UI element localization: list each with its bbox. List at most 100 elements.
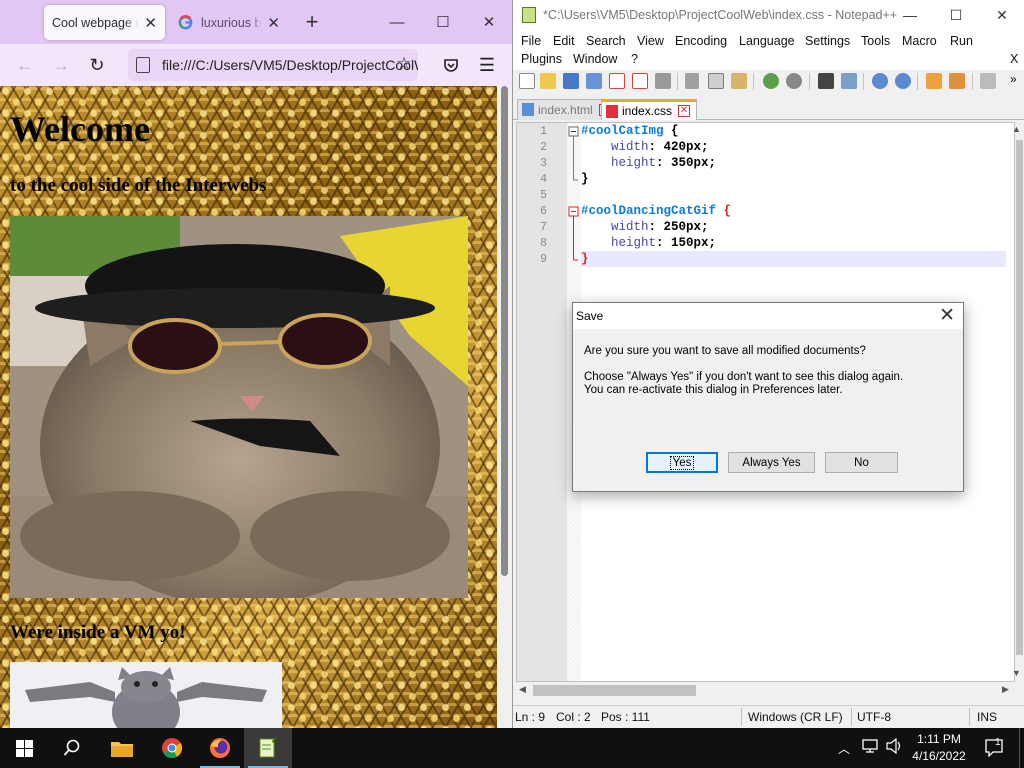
- pocket-icon[interactable]: [436, 50, 466, 80]
- yes-button[interactable]: Yes: [646, 452, 718, 473]
- search-icon[interactable]: [48, 728, 96, 768]
- find-icon[interactable]: [818, 73, 834, 89]
- dialog-title: Save: [576, 309, 604, 323]
- css-selector: #coolDancingCatGif: [581, 204, 717, 218]
- chevron-up-icon[interactable]: ︿: [838, 740, 850, 757]
- copy-icon[interactable]: [708, 73, 724, 89]
- back-arrow-icon[interactable]: ←: [10, 50, 40, 80]
- maximize-icon[interactable]: ☐: [933, 0, 979, 30]
- redo-icon[interactable]: [786, 73, 802, 89]
- menu-settings[interactable]: Settings: [805, 34, 850, 48]
- status-insert-mode: INS: [977, 710, 998, 724]
- replace-icon[interactable]: [841, 73, 857, 89]
- notification-center-icon[interactable]: 1: [978, 728, 1012, 768]
- close-document-button[interactable]: X: [1010, 52, 1018, 66]
- sync-scroll-icon[interactable]: [926, 73, 942, 89]
- code-brace: {: [663, 124, 679, 138]
- taskbar: ︿ 1:11 PM 4/16/2022 1: [0, 728, 1024, 768]
- google-icon: [178, 15, 193, 30]
- menu-file[interactable]: File: [521, 34, 541, 48]
- code-line-1: #coolCatImg {: [581, 124, 679, 138]
- menu-bar: File Edit Search View Encoding Language …: [513, 30, 1024, 70]
- close-icon[interactable]: ✕: [939, 304, 955, 327]
- close-window-icon[interactable]: ✕: [466, 0, 512, 44]
- chrome-icon[interactable]: [148, 728, 196, 768]
- always-yes-button[interactable]: Always Yes: [728, 452, 815, 473]
- print-icon[interactable]: [655, 73, 671, 89]
- zoom-in-icon[interactable]: [872, 73, 888, 89]
- browser-tab-luxurious-background[interactable]: luxurious backg ✕: [170, 5, 288, 40]
- maximize-icon[interactable]: ☐: [420, 0, 466, 44]
- close-tab-icon[interactable]: ✕: [678, 105, 691, 117]
- scroll-up-icon[interactable]: ▲: [1012, 124, 1021, 134]
- tab-label: index.html: [538, 103, 593, 117]
- scroll-left-icon[interactable]: ◀: [519, 684, 526, 695]
- open-file-icon[interactable]: [540, 73, 556, 89]
- new-tab-button[interactable]: +: [290, 0, 334, 44]
- bookmark-star-icon[interactable]: ☆: [389, 49, 419, 79]
- dancing-cat-gif: [10, 662, 282, 728]
- zoom-out-icon[interactable]: [895, 73, 911, 89]
- file-explorer-icon[interactable]: [98, 728, 146, 768]
- menu-plugins[interactable]: Plugins: [521, 52, 562, 66]
- minimize-icon[interactable]: —: [374, 0, 420, 44]
- new-file-icon[interactable]: [519, 73, 535, 89]
- forward-arrow-icon[interactable]: →: [46, 50, 76, 80]
- status-bar: Ln : 9 Col : 2 Pos : 111 Windows (CR LF)…: [513, 705, 1024, 728]
- show-desktop-button[interactable]: [1019, 728, 1024, 768]
- windows-start-icon[interactable]: [0, 728, 48, 768]
- close-file-icon[interactable]: [609, 73, 625, 89]
- close-icon[interactable]: ✕: [144, 14, 157, 32]
- page-subheading: to the cool side of the Interwebs: [10, 175, 267, 196]
- paste-icon[interactable]: [731, 73, 747, 89]
- undo-icon[interactable]: [763, 73, 779, 89]
- menu-search[interactable]: Search: [586, 34, 626, 48]
- menu-window[interactable]: Window: [573, 52, 617, 66]
- scroll-right-icon[interactable]: ▶: [1002, 684, 1009, 695]
- page-scrollbar[interactable]: [497, 86, 512, 728]
- save-all-icon[interactable]: [586, 73, 602, 89]
- line-number: 7: [540, 221, 547, 234]
- code-line-8: height: 150px;: [581, 236, 716, 250]
- close-all-icon[interactable]: [632, 73, 648, 89]
- tab-index-css[interactable]: index.css ✕: [601, 99, 698, 120]
- url-bar[interactable]: file:///C:/Users/VM5/Desktop/ProjectCool…: [128, 49, 418, 81]
- scrollbar-thumb[interactable]: [501, 86, 508, 576]
- notepadpp-taskbar-icon[interactable]: [244, 728, 292, 768]
- vertical-scrollbar[interactable]: ▲ ▼: [1012, 122, 1024, 682]
- menu-help[interactable]: ?: [631, 52, 638, 66]
- no-button[interactable]: No: [825, 452, 898, 473]
- menu-language[interactable]: Language: [739, 34, 795, 48]
- minimize-icon[interactable]: —: [887, 0, 933, 30]
- yes-button-label: Yes: [669, 455, 695, 470]
- horizontal-scrollbar[interactable]: ◀ ▶: [516, 682, 1015, 699]
- save-icon[interactable]: [563, 73, 579, 89]
- toolbar-overflow-icon[interactable]: »: [1010, 72, 1017, 86]
- menu-encoding[interactable]: Encoding: [675, 34, 727, 48]
- firefox-icon[interactable]: [196, 728, 244, 768]
- cut-icon[interactable]: [685, 73, 699, 89]
- scroll-down-icon[interactable]: ▼: [1012, 668, 1021, 678]
- menu-macro[interactable]: Macro: [902, 34, 937, 48]
- css-property: width: [581, 140, 649, 154]
- dialog-question: Are you sure you want to save all modifi…: [584, 345, 866, 357]
- menu-edit[interactable]: Edit: [553, 34, 575, 48]
- menu-run[interactable]: Run: [950, 34, 973, 48]
- code-brace: {: [716, 204, 732, 218]
- hamburger-menu-icon[interactable]: ☰: [472, 50, 502, 80]
- menu-view[interactable]: View: [637, 34, 664, 48]
- close-window-icon[interactable]: ✕: [979, 0, 1024, 30]
- scrollbar-thumb[interactable]: [533, 685, 696, 696]
- scrollbar-thumb[interactable]: [1016, 140, 1023, 655]
- close-icon[interactable]: ✕: [267, 14, 280, 32]
- reload-icon[interactable]: ↻: [82, 50, 112, 80]
- notepadpp-icon: [522, 7, 536, 23]
- word-wrap-icon[interactable]: [949, 73, 965, 89]
- menu-tools[interactable]: Tools: [861, 34, 890, 48]
- indent-guide-icon[interactable]: [980, 73, 996, 89]
- firefox-tab-strip: Cool webpage in ✕ luxurious backg ✕ + — …: [0, 0, 512, 44]
- network-icon[interactable]: [862, 738, 880, 758]
- system-clock[interactable]: 1:11 PM 4/16/2022: [900, 731, 978, 765]
- browser-tab-cool-webpage[interactable]: Cool webpage in ✕: [44, 5, 165, 40]
- unsaved-file-icon: [606, 105, 618, 118]
